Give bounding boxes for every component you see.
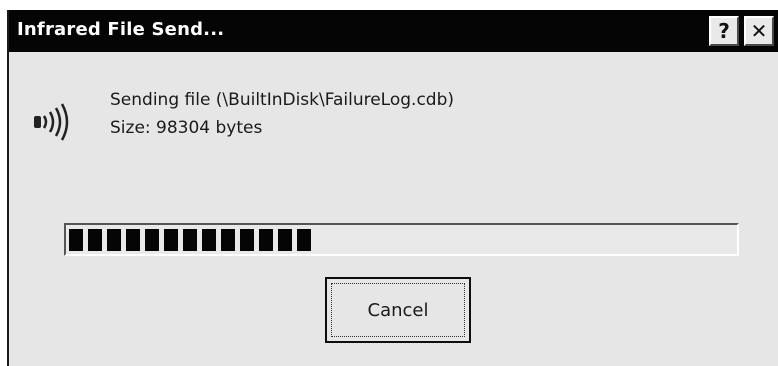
progress-block <box>278 229 292 251</box>
close-icon: ✕ <box>750 19 768 43</box>
progress-block <box>88 229 102 251</box>
window-title: Infrared File Send... <box>17 19 225 40</box>
progress-block <box>69 229 83 251</box>
progress-block <box>183 229 197 251</box>
progress-block <box>145 229 159 251</box>
sending-file-text: Sending file (\BuiltInDisk\FailureLog.cd… <box>110 90 455 110</box>
infrared-send-dialog: Infrared File Send... ? ✕ Sending file (… <box>7 10 778 366</box>
progress-block <box>259 229 273 251</box>
close-button[interactable]: ✕ <box>744 16 774 46</box>
help-button[interactable]: ? <box>709 16 739 46</box>
cancel-button[interactable]: Cancel <box>325 277 471 343</box>
progress-fill <box>69 229 311 251</box>
progress-bar <box>64 223 739 256</box>
progress-block <box>126 229 140 251</box>
progress-block <box>221 229 235 251</box>
progress-block <box>240 229 254 251</box>
title-bar: Infrared File Send... ? ✕ <box>9 10 778 52</box>
file-size-text: Size: 98304 bytes <box>110 118 263 138</box>
help-icon: ? <box>718 19 730 43</box>
infrared-signal-icon <box>34 103 69 141</box>
cancel-button-label: Cancel <box>367 299 429 321</box>
progress-block <box>297 229 311 251</box>
progress-block <box>107 229 121 251</box>
progress-block <box>202 229 216 251</box>
progress-block <box>164 229 178 251</box>
